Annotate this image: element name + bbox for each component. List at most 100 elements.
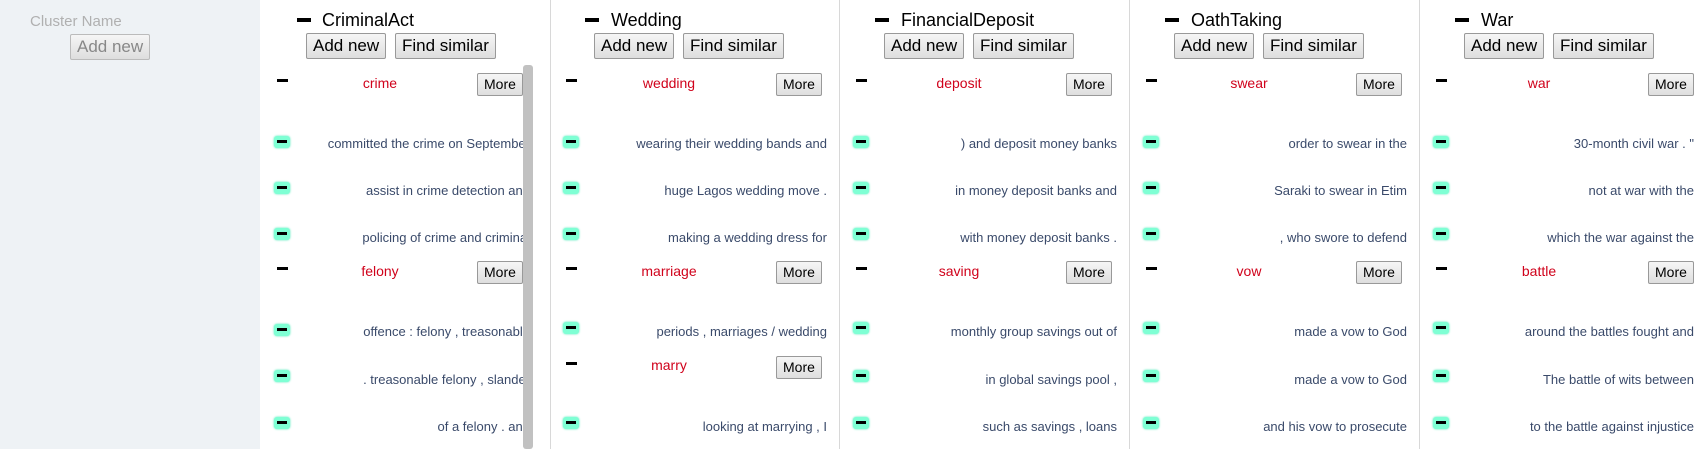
more-button[interactable]: More (1066, 73, 1112, 96)
snippet-text: The battle of wits between (1542, 372, 1694, 387)
remove-snippet-icon[interactable] (563, 136, 579, 148)
keyword-label: marry (651, 357, 687, 373)
remove-snippet-icon[interactable] (1143, 370, 1159, 382)
snippet-text: looking at marrying , I (702, 419, 827, 434)
more-button[interactable]: More (1066, 261, 1112, 284)
remove-snippet-icon[interactable] (1143, 182, 1159, 194)
more-button[interactable]: More (1648, 261, 1694, 284)
remove-snippet-icon[interactable] (1433, 182, 1449, 194)
snippet-text: to the battle against injustice (1529, 419, 1694, 434)
remove-snippet-icon[interactable] (1143, 228, 1159, 240)
snippet-text: offence : felony , treasonable (363, 324, 530, 339)
snippet-text: made a vow to God (1294, 324, 1407, 339)
snippet-text: Saraki to swear in Etim (1274, 183, 1407, 198)
remove-snippet-icon[interactable] (1433, 322, 1449, 334)
remove-snippet-icon[interactable] (853, 370, 869, 382)
remove-snippet-icon[interactable] (563, 228, 579, 240)
remove-snippet-icon[interactable] (274, 417, 290, 429)
collapse-cluster-icon[interactable] (1165, 18, 1179, 22)
remove-snippet-icon[interactable] (1143, 136, 1159, 148)
more-button[interactable]: More (776, 261, 822, 284)
snippet-text: , who swore to defend (1279, 230, 1407, 245)
snippet-text: monthly group savings out of (950, 324, 1117, 339)
cluster-title: War (1481, 10, 1514, 30)
remove-snippet-icon[interactable] (1433, 370, 1449, 382)
collapse-cluster-icon[interactable] (875, 18, 889, 22)
find-similar-button[interactable]: Find similar (1553, 33, 1654, 59)
remove-snippet-icon[interactable] (274, 370, 290, 382)
cluster-column-wedding: Wedding Add new Find similar wedding Mor… (549, 0, 840, 449)
more-button[interactable]: More (776, 356, 822, 379)
cluster-column-financialdeposit: FinancialDeposit Add new Find similar de… (839, 0, 1130, 449)
cluster-title: OathTaking (1191, 10, 1283, 30)
remove-snippet-icon[interactable] (563, 417, 579, 429)
cluster-column-oathtaking: OathTaking Add new Find similar swear Mo… (1129, 0, 1420, 449)
remove-snippet-icon[interactable] (563, 182, 579, 194)
add-new-button[interactable]: Add new (884, 33, 965, 59)
remove-snippet-icon[interactable] (274, 324, 290, 336)
more-button[interactable]: More (477, 73, 523, 96)
remove-snippet-icon[interactable] (853, 322, 869, 334)
more-button[interactable]: More (477, 261, 523, 284)
snippet-text: made a vow to God (1294, 372, 1407, 387)
cluster-column-criminalact: CriminalAct Add new Find similar crime M… (260, 0, 551, 449)
snippet-text: ) and deposit money banks (960, 136, 1117, 151)
cluster-column-war: War Add new Find similar war More 30-mon… (1419, 0, 1697, 449)
add-new-button[interactable]: Add new (306, 33, 387, 59)
remove-snippet-icon[interactable] (853, 136, 869, 148)
add-new-button[interactable]: Add new (594, 33, 675, 59)
remove-snippet-icon[interactable] (274, 228, 290, 240)
remove-snippet-icon[interactable] (1143, 417, 1159, 429)
more-button[interactable]: More (776, 73, 822, 96)
add-new-button[interactable]: Add new (1174, 33, 1255, 59)
remove-snippet-icon[interactable] (853, 228, 869, 240)
collapse-cluster-icon[interactable] (585, 18, 599, 22)
collapse-cluster-icon[interactable] (1455, 18, 1469, 22)
snippet-text: huge Lagos wedding move . (664, 183, 827, 198)
snippet-text: around the battles fought and (1524, 324, 1694, 339)
add-new-button[interactable]: Add new (1464, 33, 1545, 59)
snippet-text: not at war with the (1588, 183, 1695, 198)
snippet-text: policing of crime and criminal (362, 230, 530, 245)
snippet-text: periods , marriages / wedding (656, 324, 827, 339)
find-similar-button[interactable]: Find similar (1263, 33, 1364, 59)
keyword-label: battle (1521, 263, 1557, 279)
remove-snippet-icon[interactable] (1433, 136, 1449, 148)
more-button[interactable]: More (1356, 261, 1402, 284)
cluster-name-input[interactable] (30, 10, 170, 32)
keyword-label: marriage (641, 263, 697, 279)
remove-snippet-icon[interactable] (1143, 322, 1159, 334)
snippet-text: which the war against the (1547, 230, 1694, 245)
cluster-title: CriminalAct (322, 10, 415, 30)
remove-snippet-icon[interactable] (563, 322, 579, 334)
find-similar-button[interactable]: Find similar (395, 33, 496, 59)
snippet-text: in money deposit banks and (955, 183, 1117, 198)
add-cluster-button[interactable]: Add new (70, 34, 151, 60)
collapse-cluster-icon[interactable] (297, 18, 311, 22)
snippet-text: in global savings pool , (985, 372, 1117, 387)
more-button[interactable]: More (1648, 73, 1694, 96)
snippet-text: committed the crime on September (327, 136, 530, 151)
remove-snippet-icon[interactable] (274, 182, 290, 194)
keyword-label: crime (362, 75, 398, 91)
snippet-text: such as savings , loans (982, 419, 1117, 434)
snippet-text: wearing their wedding bands and (636, 136, 827, 151)
cluster-title: Wedding (611, 10, 682, 30)
more-button[interactable]: More (1356, 73, 1402, 96)
remove-snippet-icon[interactable] (853, 182, 869, 194)
column-scrollbar[interactable] (523, 65, 533, 449)
snippet-text: making a wedding dress for (668, 230, 827, 245)
remove-snippet-icon[interactable] (274, 136, 290, 148)
snippet-text: 30-month civil war . " (1573, 136, 1694, 151)
remove-snippet-icon[interactable] (1433, 228, 1449, 240)
remove-snippet-icon[interactable] (853, 417, 869, 429)
keyword-label: swear (1230, 75, 1268, 91)
keyword-label: war (1527, 75, 1551, 91)
snippet-text: order to swear in the (1288, 136, 1407, 151)
keyword-label: vow (1236, 263, 1262, 279)
remove-snippet-icon[interactable] (1433, 417, 1449, 429)
find-similar-button[interactable]: Find similar (973, 33, 1074, 59)
find-similar-button[interactable]: Find similar (683, 33, 784, 59)
snippet-text: . treasonable felony , slander (363, 372, 530, 387)
keyword-label: wedding (642, 75, 696, 91)
